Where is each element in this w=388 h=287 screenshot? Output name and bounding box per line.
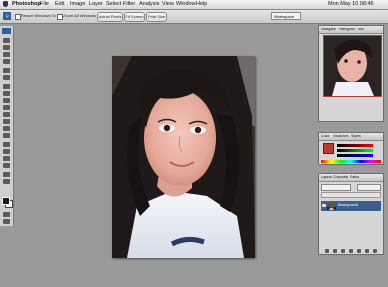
lock-row[interactable] (321, 192, 381, 198)
document-canvas[interactable] (112, 56, 255, 258)
zoom-tool-icon[interactable]: Q (3, 12, 11, 20)
tab-channels[interactable]: Channels (333, 174, 348, 181)
workspace-menu[interactable]: Workspace (271, 12, 301, 20)
menu-filter[interactable]: Filter (123, 0, 135, 9)
new-layer-icon[interactable] (365, 249, 369, 253)
layers-panel: Layers Channels Paths Background (318, 173, 384, 255)
menu-window[interactable]: Window (176, 0, 196, 9)
layer-name: Background (338, 203, 359, 207)
color-ramp[interactable] (321, 160, 381, 163)
trash-icon[interactable] (373, 249, 377, 253)
menu-app-name[interactable]: Photoshop (12, 0, 41, 9)
blend-mode-select[interactable] (321, 184, 351, 191)
portrait-photo (112, 56, 255, 258)
menu-edit[interactable]: Edit (55, 0, 64, 9)
apple-icon[interactable] (3, 1, 8, 7)
lasso-tool-icon[interactable] (3, 52, 10, 57)
print-size-button[interactable]: Print Size (146, 12, 167, 22)
menu-bar: Photoshop File Edit Image Layer Select F… (0, 0, 388, 10)
type-tool-icon[interactable] (3, 149, 10, 154)
opacity-field[interactable] (357, 184, 381, 191)
menu-file[interactable]: File (40, 0, 49, 9)
quick-mask-icon[interactable] (3, 212, 10, 217)
color-tabs: Color Swatches Styles (319, 133, 383, 141)
path-selection-tool-icon[interactable] (3, 156, 10, 161)
options-bar: Q Resize Windows To Fit Zoom All Windows… (0, 10, 388, 24)
eraser-tool-icon[interactable] (3, 112, 10, 117)
screen-mode-icon[interactable] (3, 219, 10, 224)
crop-tool-icon[interactable] (3, 68, 10, 73)
tab-histogram[interactable]: Histogram (339, 26, 355, 33)
eyedropper-tool-icon[interactable] (3, 75, 10, 80)
link-icon[interactable] (325, 249, 329, 253)
fit-screen-button[interactable]: Fit Screen (124, 12, 145, 22)
foreground-color-chip[interactable] (323, 143, 334, 154)
menu-layer[interactable]: Layer (89, 0, 103, 9)
tab-color[interactable]: Color (321, 133, 330, 140)
navigator-tabs: Navigator Histogram Info (319, 26, 383, 34)
menu-select[interactable]: Select (106, 0, 121, 9)
pen-tool-icon[interactable] (3, 142, 10, 147)
move-tool-icon[interactable] (3, 38, 10, 43)
foreground-color-swatch[interactable] (2, 197, 10, 205)
zoom-all-windows-label: Zoom All Windows (63, 13, 96, 18)
color-panel: Color Swatches Styles (318, 132, 384, 165)
magic-wand-tool-icon[interactable] (3, 59, 10, 64)
adjustment-icon[interactable] (349, 249, 353, 253)
folder-icon[interactable] (357, 249, 361, 253)
navigator-thumbnail (324, 36, 381, 96)
tab-styles[interactable]: Styles (351, 133, 361, 140)
mask-icon[interactable] (341, 249, 345, 253)
toolbox (0, 26, 14, 226)
tab-info[interactable]: Info (358, 26, 364, 33)
tab-navigator[interactable]: Navigator (321, 26, 336, 33)
actual-pixels-button[interactable]: Actual Pixels (97, 12, 123, 22)
brush-tool-icon[interactable] (3, 91, 10, 96)
tab-paths[interactable]: Paths (350, 174, 359, 181)
gradient-tool-icon[interactable] (3, 119, 10, 124)
healing-brush-tool-icon[interactable] (3, 84, 10, 89)
layers-tabs: Layers Channels Paths (319, 174, 383, 182)
shape-tool-icon[interactable] (3, 163, 10, 168)
layer-thumbnail (327, 202, 336, 210)
blur-tool-icon[interactable] (3, 126, 10, 131)
eye-icon[interactable] (322, 204, 326, 207)
resize-windows-label: Resize Windows To Fit (21, 13, 62, 18)
menu-clock: Mon May 10 08:46 (328, 1, 374, 7)
menu-view[interactable]: View (162, 0, 174, 9)
menu-image[interactable]: Image (70, 0, 85, 9)
hand-tool-icon[interactable] (3, 172, 10, 177)
clone-stamp-tool-icon[interactable] (3, 98, 10, 103)
blue-slider[interactable] (337, 154, 373, 157)
tab-layers[interactable]: Layers (321, 174, 332, 181)
menu-help[interactable]: Help (196, 0, 207, 9)
ps-logo-icon (2, 28, 11, 34)
navigator-preview[interactable] (323, 35, 382, 97)
dodge-tool-icon[interactable] (3, 133, 10, 138)
zoom-tool-box-icon[interactable] (3, 179, 10, 184)
green-slider[interactable] (337, 149, 373, 152)
fx-icon[interactable] (333, 249, 337, 253)
marquee-tool-icon[interactable] (3, 45, 10, 50)
history-brush-tool-icon[interactable] (3, 105, 10, 110)
tab-swatches[interactable]: Swatches (333, 133, 349, 140)
menu-analysis[interactable]: Analysis (139, 0, 159, 9)
red-slider[interactable] (337, 144, 373, 147)
navigator-panel: Navigator Histogram Info (318, 25, 384, 122)
